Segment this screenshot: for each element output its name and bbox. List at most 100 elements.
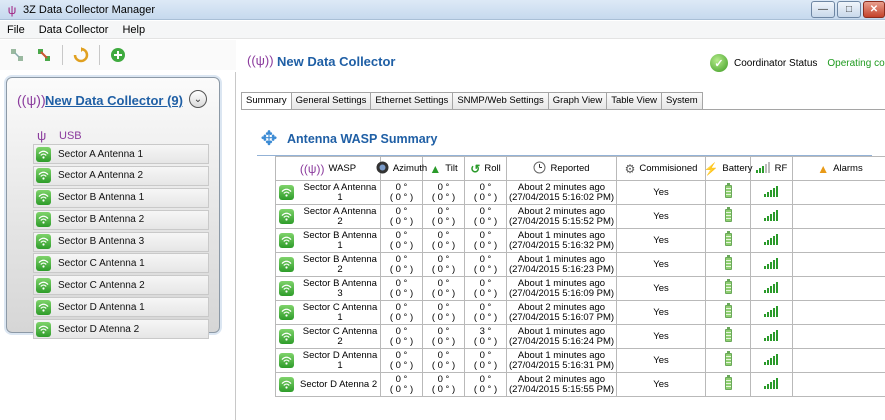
cell-alarms bbox=[792, 228, 885, 253]
wasp-name: Sector B Antenna 3 bbox=[303, 277, 377, 299]
toolbar bbox=[0, 40, 236, 70]
tab-graph-view[interactable]: Graph View bbox=[547, 92, 608, 109]
table-row[interactable]: Sector B Antenna 30 °( 0 ° ) 0 °( 0 ° ) 0 … bbox=[275, 276, 885, 301]
signal-icon bbox=[764, 281, 779, 293]
sidebar-item[interactable]: Sector D Antenna 1 bbox=[33, 297, 209, 318]
sidebar-item[interactable]: Sector A Antenna 2 bbox=[33, 165, 209, 186]
wasp-icon: ✥ bbox=[260, 128, 278, 150]
col-alarms[interactable]: ▲ Alarms bbox=[792, 156, 885, 181]
network-disconnect-icon[interactable] bbox=[8, 46, 26, 64]
cell-reported: About 1 minutes ago (27/04/2015 5:16:23 P… bbox=[506, 252, 617, 277]
col-battery[interactable]: ⚡ Battery bbox=[703, 156, 753, 181]
wasp-name: Sector C Antenna 1 bbox=[302, 301, 378, 323]
close-button[interactable]: ✕ bbox=[863, 1, 885, 18]
collapse-icon[interactable]: ⌄ bbox=[189, 90, 207, 108]
cell-battery bbox=[705, 180, 751, 205]
col-reported[interactable]: Reported bbox=[506, 156, 617, 181]
cell-tilt: 0 °( 0 ° ) bbox=[422, 204, 465, 229]
col-commisioned[interactable]: ⚙ Commisioned bbox=[616, 156, 706, 181]
cell-battery bbox=[705, 348, 751, 373]
sidebar-item[interactable]: Sector B Antenna 1 bbox=[33, 187, 209, 208]
app-icon: ψ bbox=[7, 2, 17, 17]
wireless-icon bbox=[279, 233, 294, 248]
table-row[interactable]: Sector A Antenna 20 °( 0 ° ) 0 °( 0 ° ) 0 … bbox=[275, 204, 885, 229]
antenna-list: Sector A Antenna 1 Sector A Antenna 2 Sect… bbox=[33, 144, 209, 341]
signal-icon bbox=[764, 233, 779, 245]
cell-rf bbox=[750, 300, 793, 325]
cell-wasp: Sector B Antenna 2 bbox=[275, 252, 381, 277]
cell-roll: 0 °( 0 ° ) bbox=[464, 252, 507, 277]
table-row[interactable]: Sector C Antenna 10 °( 0 ° ) 0 °( 0 ° ) 0 … bbox=[275, 300, 885, 325]
cell-roll: 0 °( 0 ° ) bbox=[464, 180, 507, 205]
table-row[interactable]: Sector D Antenna 10 °( 0 ° ) 0 °( 0 ° ) 0 … bbox=[275, 348, 885, 373]
table-row[interactable]: Sector D Atenna 20 °( 0 ° ) 0 °( 0 ° ) 0 °… bbox=[275, 372, 885, 397]
sidebar-item[interactable]: Sector B Antenna 3 bbox=[33, 231, 209, 252]
cell-commisioned: Yes bbox=[616, 348, 706, 373]
sidebar-item[interactable]: Sector C Antenna 2 bbox=[33, 275, 209, 296]
col-rf[interactable]: RF bbox=[750, 156, 793, 181]
window-title: 3Z Data Collector Manager bbox=[23, 3, 156, 16]
cell-rf bbox=[750, 348, 793, 373]
wireless-icon bbox=[36, 321, 51, 337]
tab-table-view[interactable]: Table View bbox=[606, 92, 662, 109]
cell-battery bbox=[705, 324, 751, 349]
menu-file[interactable]: File bbox=[0, 24, 32, 36]
antenna-icon: ((ψ)) bbox=[247, 53, 274, 68]
sidebar-item[interactable]: Sector B Antenna 2 bbox=[33, 209, 209, 230]
sidebar-item[interactable]: Sector A Antenna 1 bbox=[33, 144, 209, 164]
wireless-icon bbox=[279, 185, 294, 200]
minimize-button[interactable]: — bbox=[811, 1, 835, 18]
cell-wasp: Sector C Antenna 2 bbox=[275, 324, 381, 349]
menu-data-collector[interactable]: Data Collector bbox=[32, 24, 116, 36]
cell-commisioned: Yes bbox=[616, 228, 706, 253]
cell-battery bbox=[705, 252, 751, 277]
wireless-icon bbox=[36, 277, 51, 293]
tab-snmp-web-settings[interactable]: SNMP/Web Settings bbox=[452, 92, 549, 109]
wasp-name: Sector A Antenna 2 bbox=[303, 205, 377, 227]
check-icon: ✓ bbox=[710, 54, 728, 72]
cell-reported: About 2 minutes ago (27/04/2015 5:16:07 P… bbox=[506, 300, 617, 325]
cell-rf bbox=[750, 204, 793, 229]
cell-rf bbox=[750, 324, 793, 349]
tab-summary[interactable]: Summary bbox=[241, 92, 292, 110]
table-row[interactable]: Sector A Antenna 10 °( 0 ° ) 0 °( 0 ° ) 0 … bbox=[275, 180, 885, 205]
cell-commisioned: Yes bbox=[616, 300, 706, 325]
collector-link[interactable]: New Data Collector (9) bbox=[45, 93, 183, 108]
menu-help[interactable]: Help bbox=[115, 24, 152, 36]
cell-alarms bbox=[792, 204, 885, 229]
cell-roll: 0 °( 0 ° ) bbox=[464, 228, 507, 253]
col-tilt[interactable]: ▲ Tilt bbox=[422, 156, 465, 181]
clock-icon bbox=[533, 161, 546, 177]
refresh-icon[interactable] bbox=[72, 46, 90, 64]
cell-commisioned: Yes bbox=[616, 372, 706, 397]
cell-battery bbox=[705, 300, 751, 325]
battery-icon bbox=[724, 254, 732, 270]
cell-tilt: 0 °( 0 ° ) bbox=[422, 372, 465, 397]
maximize-button[interactable]: □ bbox=[837, 1, 861, 18]
toolbar-separator bbox=[62, 45, 63, 65]
cell-roll: 3 °( 0 ° ) bbox=[464, 324, 507, 349]
tab-ethernet-settings[interactable]: Ethernet Settings bbox=[370, 92, 454, 109]
col-roll[interactable]: ↺ Roll bbox=[464, 156, 507, 181]
cell-azimuth: 0 °( 0 ° ) bbox=[380, 300, 423, 325]
add-icon[interactable] bbox=[109, 46, 127, 64]
table-row[interactable]: Sector C Antenna 20 °( 0 ° ) 0 °( 0 ° ) 3 … bbox=[275, 324, 885, 349]
network-connect-icon[interactable] bbox=[35, 46, 53, 64]
coordinator-label: Coordinator Status bbox=[734, 57, 818, 69]
cell-azimuth: 0 °( 0 ° ) bbox=[380, 348, 423, 373]
wireless-icon bbox=[36, 255, 51, 271]
wireless-icon bbox=[36, 299, 51, 315]
table-row[interactable]: Sector B Antenna 10 °( 0 ° ) 0 °( 0 ° ) 0 … bbox=[275, 228, 885, 253]
table-row[interactable]: Sector B Antenna 20 °( 0 ° ) 0 °( 0 ° ) 0 … bbox=[275, 252, 885, 277]
sidebar-item[interactable]: Sector D Atenna 2 bbox=[33, 319, 209, 340]
battery-icon bbox=[724, 206, 732, 222]
menu-bar: File Data Collector Help bbox=[0, 21, 885, 39]
wireless-icon bbox=[279, 209, 294, 224]
col-wasp[interactable]: ((ψ)) WASP bbox=[275, 156, 381, 181]
col-azimuth[interactable]: Azimuth bbox=[376, 156, 427, 181]
cell-tilt: 0 °( 0 ° ) bbox=[422, 252, 465, 277]
tab-general-settings[interactable]: General Settings bbox=[290, 92, 372, 109]
tab-system[interactable]: System bbox=[660, 92, 703, 109]
sidebar-item[interactable]: Sector C Antenna 1 bbox=[33, 253, 209, 274]
cell-commisioned: Yes bbox=[616, 276, 706, 301]
